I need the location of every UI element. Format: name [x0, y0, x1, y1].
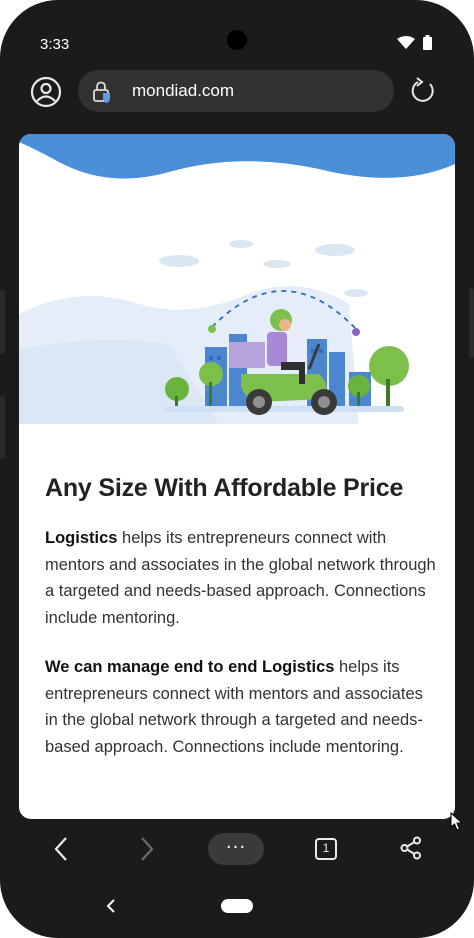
status-icons — [397, 35, 432, 50]
paragraph-end-to-end: We can manage end to end Logistics helps… — [45, 654, 437, 760]
browser-bottom-bar: ··· 1 — [0, 822, 474, 878]
paragraph-bold-lead: We can manage end to end Logistics — [45, 658, 335, 676]
share-icon[interactable] — [400, 836, 422, 860]
web-page[interactable]: Any Size With Affordable Price Logistics… — [19, 134, 455, 819]
phone-frame: 3:33 mondiad.com Any Size With Affordabl… — [0, 0, 474, 938]
back-icon[interactable] — [52, 836, 70, 862]
wifi-icon — [397, 35, 415, 49]
page-heading: Any Size With Affordable Price — [45, 474, 404, 502]
battery-icon — [423, 35, 432, 50]
volume-button — [0, 395, 5, 459]
volume-button — [0, 290, 5, 354]
tab-count: 1 — [322, 841, 330, 855]
menu-dots-icon: ··· — [225, 837, 247, 858]
status-time: 3:33 — [40, 36, 70, 53]
address-bar[interactable]: mondiad.com — [78, 70, 394, 112]
mouse-cursor-icon — [450, 812, 464, 831]
paragraph-bold-lead: Logistics — [45, 529, 118, 547]
site-info-lock-icon[interactable] — [92, 81, 112, 103]
paragraph-logistics: Logistics helps its entrepreneurs connec… — [45, 525, 437, 631]
forward-icon[interactable] — [138, 836, 156, 862]
address-text[interactable]: mondiad.com — [132, 81, 234, 101]
delivery-scooter-illustration — [19, 134, 455, 424]
home-button[interactable] — [221, 899, 253, 913]
system-back-icon[interactable] — [106, 899, 116, 913]
account-icon[interactable] — [30, 76, 62, 108]
front-camera — [227, 30, 247, 50]
menu-button[interactable]: ··· — [208, 833, 264, 865]
system-nav-bar — [0, 880, 474, 938]
tabs-button[interactable]: 1 — [315, 838, 337, 860]
reload-icon[interactable] — [410, 77, 436, 105]
power-button — [469, 288, 474, 358]
browser-toolbar: mondiad.com — [0, 66, 474, 118]
